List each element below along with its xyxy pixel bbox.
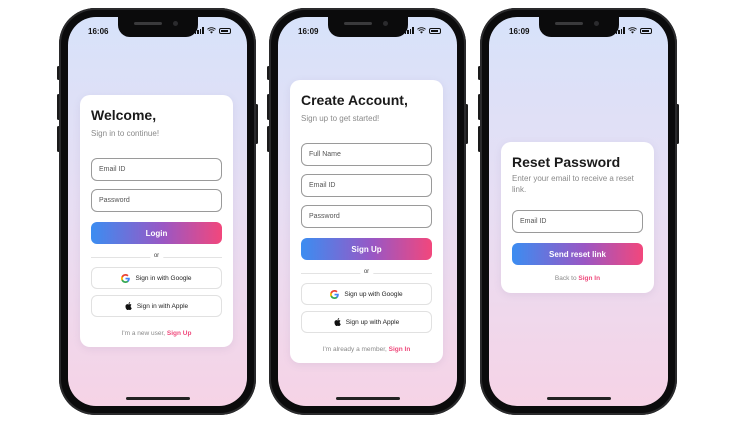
- notch: [327, 17, 408, 37]
- notch: [538, 17, 619, 37]
- phone-screen: 16:09 Create Account, Sign up to get sta…: [278, 17, 457, 406]
- or-divider: or: [301, 269, 432, 277]
- login-button[interactable]: Login: [91, 222, 222, 244]
- apple-icon: [125, 302, 132, 310]
- google-signin-label: Sign in with Google: [135, 274, 192, 282]
- status-time: 16:06: [88, 27, 109, 36]
- signin-link[interactable]: Sign In: [389, 346, 411, 353]
- signin-link[interactable]: Sign In: [578, 275, 600, 282]
- phone-reset-password: 16:09 Reset Password Enter your email to…: [478, 8, 679, 415]
- phone-login: 16:06 Welcome, Sign in to continue! Emai…: [57, 8, 258, 415]
- phone-screen: 16:09 Reset Password Enter your email to…: [489, 17, 668, 406]
- home-indicator: [335, 397, 400, 400]
- or-divider: or: [91, 253, 222, 261]
- email-field[interactable]: Email ID: [512, 210, 643, 233]
- google-icon: [330, 289, 340, 299]
- phone-frame: 16:09 Create Account, Sign up to get sta…: [269, 8, 466, 415]
- signin-prompt-text: I'm already a member,: [322, 346, 387, 353]
- or-label: or: [149, 253, 164, 259]
- apple-icon: [334, 318, 341, 326]
- email-field[interactable]: Email ID: [91, 158, 222, 181]
- apple-signup-button[interactable]: Sign up with Apple: [301, 311, 432, 333]
- home-indicator: [546, 397, 611, 400]
- page-subtitle: Sign in to continue!: [91, 129, 160, 138]
- home-indicator: [125, 397, 190, 400]
- status-icons: [615, 27, 652, 34]
- email-field[interactable]: Email ID: [301, 174, 432, 197]
- wifi-icon: [207, 27, 216, 34]
- signup-button[interactable]: Sign Up: [301, 238, 432, 260]
- page-title: Reset Password: [512, 154, 621, 170]
- login-card: Welcome, Sign in to continue! Email ID P…: [80, 95, 233, 347]
- signup-card: Create Account, Sign up to get started! …: [290, 80, 443, 363]
- google-icon: [121, 273, 131, 283]
- signup-prompt-text: I'm a new user,: [121, 330, 166, 337]
- back-to-text: Back to: [554, 275, 577, 282]
- notch: [117, 17, 198, 37]
- status-icons: [404, 27, 441, 34]
- password-field[interactable]: Password: [91, 189, 222, 212]
- send-reset-link-button[interactable]: Send reset link: [512, 243, 643, 265]
- google-signup-button[interactable]: Sign up with Google: [301, 283, 432, 305]
- signin-prompt: I'm already a member, Sign In: [301, 346, 432, 353]
- page-subtitle: Enter your email to receive a reset link…: [512, 174, 634, 194]
- signup-prompt: I'm a new user, Sign Up: [91, 330, 222, 337]
- status-time: 16:09: [298, 27, 319, 36]
- google-signup-label: Sign up with Google: [344, 290, 403, 298]
- phone-screen: 16:06 Welcome, Sign in to continue! Emai…: [68, 17, 247, 406]
- apple-signin-label: Sign in with Apple: [136, 302, 189, 310]
- signup-link[interactable]: Sign Up: [167, 330, 192, 337]
- page-title: Welcome,: [91, 107, 157, 123]
- apple-signup-label: Sign up with Apple: [345, 318, 400, 326]
- page-subtitle: Sign up to get started!: [301, 114, 380, 123]
- or-label: or: [359, 269, 374, 275]
- page-title: Create Account,: [301, 92, 408, 108]
- google-signin-button[interactable]: Sign in with Google: [91, 267, 222, 289]
- status-icons: [194, 27, 231, 34]
- apple-signin-button[interactable]: Sign in with Apple: [91, 295, 222, 317]
- full-name-field[interactable]: Full Name: [301, 143, 432, 166]
- reset-card: Reset Password Enter your email to recei…: [501, 142, 654, 293]
- phone-frame: 16:06 Welcome, Sign in to continue! Emai…: [59, 8, 256, 415]
- wifi-icon: [417, 27, 426, 34]
- password-field[interactable]: Password: [301, 205, 432, 228]
- battery-icon: [219, 27, 231, 34]
- battery-icon: [429, 27, 441, 34]
- wifi-icon: [628, 27, 637, 34]
- battery-icon: [640, 27, 652, 34]
- phone-frame: 16:09 Reset Password Enter your email to…: [480, 8, 677, 415]
- status-time: 16:09: [509, 27, 530, 36]
- phone-signup: 16:09 Create Account, Sign up to get sta…: [267, 8, 468, 415]
- back-to-signin: Back to Sign In: [512, 275, 643, 282]
